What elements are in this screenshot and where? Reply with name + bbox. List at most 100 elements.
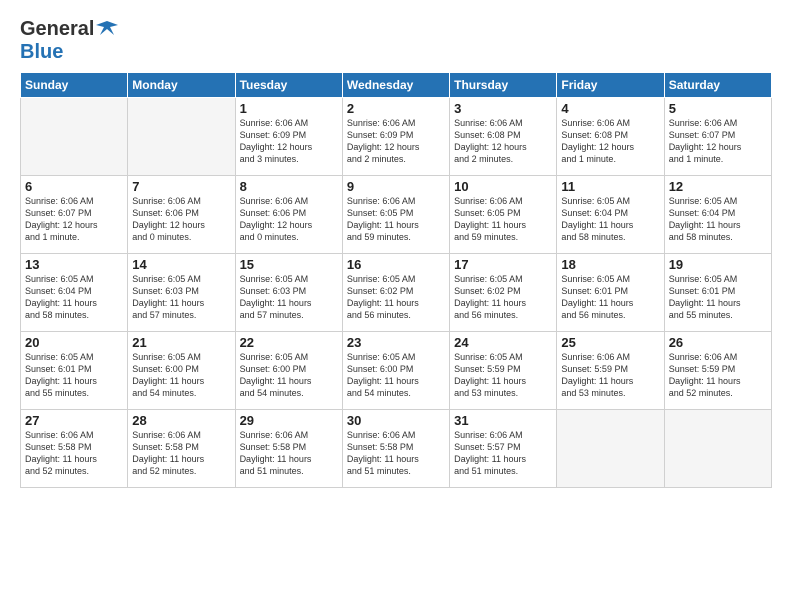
calendar-cell: 12Sunrise: 6:05 AM Sunset: 6:04 PM Dayli… <box>664 176 771 254</box>
day-number: 15 <box>240 257 338 272</box>
calendar-cell: 16Sunrise: 6:05 AM Sunset: 6:02 PM Dayli… <box>342 254 449 332</box>
day-number: 4 <box>561 101 659 116</box>
day-info: Sunrise: 6:05 AM Sunset: 6:01 PM Dayligh… <box>669 273 767 322</box>
calendar-cell: 7Sunrise: 6:06 AM Sunset: 6:06 PM Daylig… <box>128 176 235 254</box>
day-info: Sunrise: 6:05 AM Sunset: 6:01 PM Dayligh… <box>25 351 123 400</box>
day-info: Sunrise: 6:05 AM Sunset: 6:01 PM Dayligh… <box>561 273 659 322</box>
logo-blue-text: Blue <box>20 41 63 63</box>
day-number: 29 <box>240 413 338 428</box>
logo-general-text: General <box>20 18 94 41</box>
day-info: Sunrise: 6:06 AM Sunset: 6:05 PM Dayligh… <box>454 195 552 244</box>
weekday-header-sunday: Sunday <box>21 73 128 98</box>
calendar-cell: 28Sunrise: 6:06 AM Sunset: 5:58 PM Dayli… <box>128 410 235 488</box>
day-number: 31 <box>454 413 552 428</box>
calendar-cell <box>21 98 128 176</box>
day-number: 13 <box>25 257 123 272</box>
day-info: Sunrise: 6:06 AM Sunset: 5:58 PM Dayligh… <box>347 429 445 478</box>
day-number: 30 <box>347 413 445 428</box>
calendar-cell: 23Sunrise: 6:05 AM Sunset: 6:00 PM Dayli… <box>342 332 449 410</box>
day-info: Sunrise: 6:06 AM Sunset: 5:59 PM Dayligh… <box>561 351 659 400</box>
calendar-cell: 18Sunrise: 6:05 AM Sunset: 6:01 PM Dayli… <box>557 254 664 332</box>
day-info: Sunrise: 6:05 AM Sunset: 6:03 PM Dayligh… <box>240 273 338 322</box>
weekday-header-wednesday: Wednesday <box>342 73 449 98</box>
calendar-cell: 11Sunrise: 6:05 AM Sunset: 6:04 PM Dayli… <box>557 176 664 254</box>
calendar-cell: 20Sunrise: 6:05 AM Sunset: 6:01 PM Dayli… <box>21 332 128 410</box>
day-number: 26 <box>669 335 767 350</box>
day-info: Sunrise: 6:05 AM Sunset: 6:04 PM Dayligh… <box>25 273 123 322</box>
day-info: Sunrise: 6:05 AM Sunset: 6:04 PM Dayligh… <box>561 195 659 244</box>
calendar-week-row: 27 Sunrise: 6:06 AM Sunset: 5:58 PM Dayli… <box>21 410 772 488</box>
calendar-table: SundayMondayTuesdayWednesdayThursdayFrid… <box>20 72 772 488</box>
day-number: 20 <box>25 335 123 350</box>
day-number: 22 <box>240 335 338 350</box>
weekday-header-tuesday: Tuesday <box>235 73 342 98</box>
day-number: 27 <box>25 413 123 428</box>
calendar-cell: 30Sunrise: 6:06 AM Sunset: 5:58 PM Dayli… <box>342 410 449 488</box>
logo-bird-icon <box>96 17 118 39</box>
day-number: 24 <box>454 335 552 350</box>
calendar-cell: 26Sunrise: 6:06 AM Sunset: 5:59 PM Dayli… <box>664 332 771 410</box>
calendar-cell <box>664 410 771 488</box>
day-info: Sunrise: 6:06 AM Sunset: 6:08 PM Dayligh… <box>561 117 659 166</box>
calendar-cell <box>128 98 235 176</box>
calendar-cell <box>557 410 664 488</box>
day-info: Sunrise: 6:06 AM Sunset: 5:57 PM Dayligh… <box>454 429 552 478</box>
day-number: 28 <box>132 413 230 428</box>
day-number: 1 <box>240 101 338 116</box>
day-number: 21 <box>132 335 230 350</box>
day-number: 25 <box>561 335 659 350</box>
day-info: Sunrise: 6:06 AM Sunset: 6:06 PM Dayligh… <box>240 195 338 244</box>
weekday-header-monday: Monday <box>128 73 235 98</box>
calendar-cell: 17Sunrise: 6:05 AM Sunset: 6:02 PM Dayli… <box>450 254 557 332</box>
day-number: 6 <box>25 179 123 194</box>
header: General Blue <box>20 18 772 64</box>
calendar-cell: 25Sunrise: 6:06 AM Sunset: 5:59 PM Dayli… <box>557 332 664 410</box>
calendar-cell: 9Sunrise: 6:06 AM Sunset: 6:05 PM Daylig… <box>342 176 449 254</box>
calendar-cell: 8Sunrise: 6:06 AM Sunset: 6:06 PM Daylig… <box>235 176 342 254</box>
day-number: 5 <box>669 101 767 116</box>
day-info: Sunrise: 6:06 AM Sunset: 6:09 PM Dayligh… <box>347 117 445 166</box>
day-number: 3 <box>454 101 552 116</box>
day-info: Sunrise: 6:05 AM Sunset: 6:02 PM Dayligh… <box>454 273 552 322</box>
day-info: Sunrise: 6:05 AM Sunset: 6:00 PM Dayligh… <box>132 351 230 400</box>
calendar-cell: 31Sunrise: 6:06 AM Sunset: 5:57 PM Dayli… <box>450 410 557 488</box>
calendar-week-row: 13Sunrise: 6:05 AM Sunset: 6:04 PM Dayli… <box>21 254 772 332</box>
calendar-cell: 27Sunrise: 6:06 AM Sunset: 5:58 PM Dayli… <box>21 410 128 488</box>
day-info: Sunrise: 6:06 AM Sunset: 6:07 PM Dayligh… <box>669 117 767 166</box>
calendar-cell: 24Sunrise: 6:05 AM Sunset: 5:59 PM Dayli… <box>450 332 557 410</box>
day-info: Sunrise: 6:06 AM Sunset: 5:58 PM Dayligh… <box>132 429 230 478</box>
weekday-header-friday: Friday <box>557 73 664 98</box>
weekday-header-saturday: Saturday <box>664 73 771 98</box>
day-number: 10 <box>454 179 552 194</box>
calendar-cell: 22Sunrise: 6:05 AM Sunset: 6:00 PM Dayli… <box>235 332 342 410</box>
day-info: Sunrise: 6:06 AM Sunset: 6:09 PM Dayligh… <box>240 117 338 166</box>
day-info: Sunrise: 6:06 AM Sunset: 6:07 PM Dayligh… <box>25 195 123 244</box>
day-number: 16 <box>347 257 445 272</box>
day-number: 14 <box>132 257 230 272</box>
day-info: Sunrise: 6:06 AM Sunset: 5:59 PM Dayligh… <box>669 351 767 400</box>
weekday-header-row: SundayMondayTuesdayWednesdayThursdayFrid… <box>21 73 772 98</box>
calendar-cell: 29Sunrise: 6:06 AM Sunset: 5:58 PM Dayli… <box>235 410 342 488</box>
calendar-cell: 14Sunrise: 6:05 AM Sunset: 6:03 PM Dayli… <box>128 254 235 332</box>
calendar-cell: 5Sunrise: 6:06 AM Sunset: 6:07 PM Daylig… <box>664 98 771 176</box>
day-info: Sunrise: 6:06 AM Sunset: 6:05 PM Dayligh… <box>347 195 445 244</box>
day-info: Sunrise: 6:05 AM Sunset: 5:59 PM Dayligh… <box>454 351 552 400</box>
day-info: Sunrise: 6:06 AM Sunset: 5:58 PM Dayligh… <box>240 429 338 478</box>
day-info: Sunrise: 6:05 AM Sunset: 6:02 PM Dayligh… <box>347 273 445 322</box>
calendar-week-row: 1Sunrise: 6:06 AM Sunset: 6:09 PM Daylig… <box>21 98 772 176</box>
calendar-cell: 13Sunrise: 6:05 AM Sunset: 6:04 PM Dayli… <box>21 254 128 332</box>
day-number: 2 <box>347 101 445 116</box>
day-info: Sunrise: 6:06 AM Sunset: 6:08 PM Dayligh… <box>454 117 552 166</box>
day-info: Sunrise: 6:05 AM Sunset: 6:00 PM Dayligh… <box>347 351 445 400</box>
day-number: 12 <box>669 179 767 194</box>
logo: General Blue <box>20 18 118 64</box>
calendar-cell: 19Sunrise: 6:05 AM Sunset: 6:01 PM Dayli… <box>664 254 771 332</box>
day-info: Sunrise: 6:05 AM Sunset: 6:04 PM Dayligh… <box>669 195 767 244</box>
calendar-week-row: 6Sunrise: 6:06 AM Sunset: 6:07 PM Daylig… <box>21 176 772 254</box>
day-number: 17 <box>454 257 552 272</box>
day-number: 9 <box>347 179 445 194</box>
calendar-cell: 1Sunrise: 6:06 AM Sunset: 6:09 PM Daylig… <box>235 98 342 176</box>
page: General Blue SundayMondayTuesdayWednesda… <box>0 0 792 498</box>
calendar-week-row: 20Sunrise: 6:05 AM Sunset: 6:01 PM Dayli… <box>21 332 772 410</box>
calendar-cell: 10Sunrise: 6:06 AM Sunset: 6:05 PM Dayli… <box>450 176 557 254</box>
